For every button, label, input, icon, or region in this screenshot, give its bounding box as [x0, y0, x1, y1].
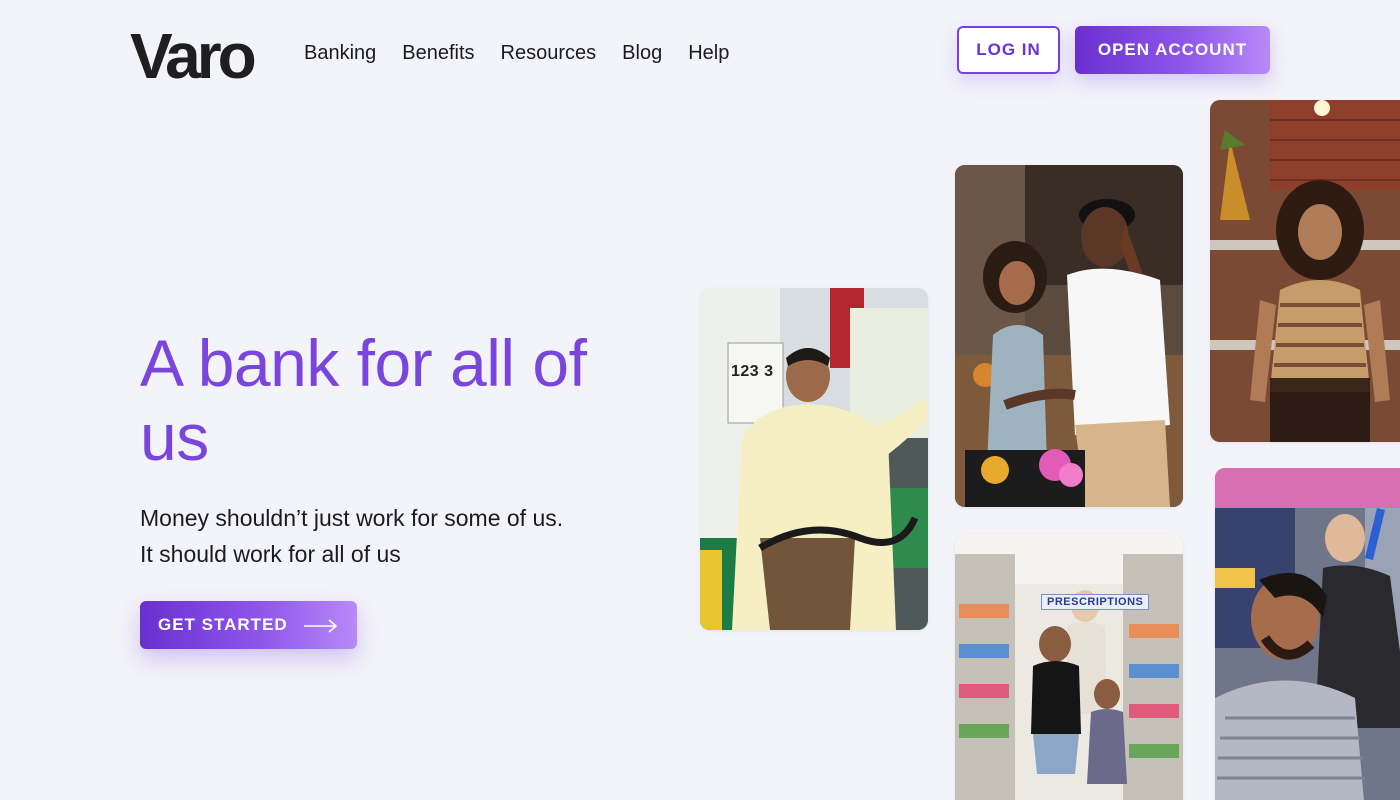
- get-started-label: GET STARTED: [158, 615, 288, 634]
- photo-barbershop: [1215, 468, 1400, 800]
- photo-pharmacy-kids: PRESCRIPTIONS: [955, 534, 1183, 800]
- arrow-right-icon: [303, 618, 338, 633]
- varo-logo[interactable]: Varo: [130, 24, 257, 88]
- open-account-button[interactable]: OPEN ACCOUNT: [1075, 26, 1270, 74]
- pump-price-digits: 123 3: [731, 363, 774, 380]
- nav-item-banking[interactable]: Banking: [304, 42, 376, 65]
- nav-item-help[interactable]: Help: [688, 42, 729, 65]
- get-started-button[interactable]: GET STARTED: [140, 601, 357, 649]
- hero-subtitle-line-1: Money shouldn’t just work for some of us…: [140, 505, 564, 531]
- photo-gas-station: 123 3: [700, 288, 928, 630]
- photo-couple-market: [955, 165, 1183, 507]
- nav-item-blog[interactable]: Blog: [622, 42, 662, 65]
- hero-subtitle: Money shouldn’t just work for some of us…: [140, 500, 660, 572]
- prescriptions-sign: PRESCRIPTIONS: [1041, 594, 1150, 610]
- main-nav: Banking Benefits Resources Blog Help: [304, 42, 729, 65]
- hero-subtitle-line-2: It should work for all of us: [140, 541, 401, 567]
- nav-item-benefits[interactable]: Benefits: [402, 42, 474, 65]
- login-button[interactable]: LOG IN: [957, 26, 1060, 74]
- photo-woman-shop: [1210, 100, 1400, 442]
- hero-title: A bank for all of us: [140, 326, 587, 474]
- nav-item-resources[interactable]: Resources: [501, 42, 597, 65]
